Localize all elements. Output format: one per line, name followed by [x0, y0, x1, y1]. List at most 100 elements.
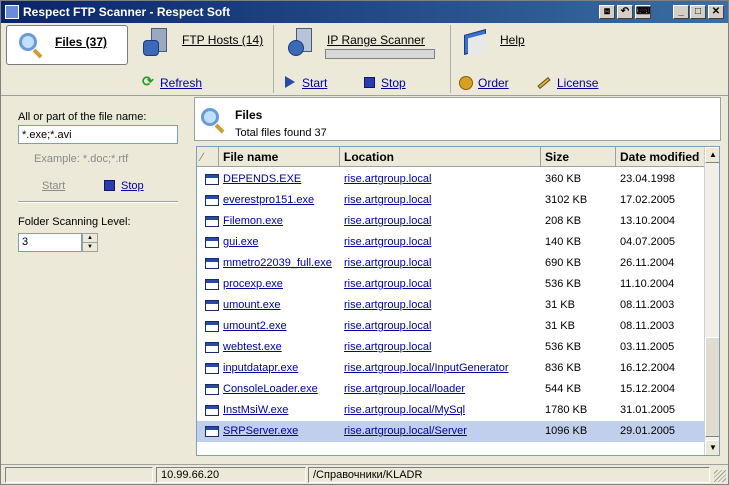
location-cell[interactable]: rise.artgroup.local/Server: [344, 425, 467, 437]
location-cell[interactable]: rise.artgroup.local: [344, 299, 431, 311]
location-cell[interactable]: rise.artgroup.local/InputGenerator: [344, 362, 508, 374]
start-button[interactable]: Start: [302, 76, 327, 90]
toolbar: Files (37) FTP Hosts (14) IP Range Scann…: [1, 23, 728, 96]
size-cell: 3102 KB: [545, 194, 588, 206]
file-name-cell[interactable]: webtest.exe: [223, 341, 282, 353]
table-row[interactable]: umount2.exe rise.artgroup.local 31 KB 08.11…: [197, 316, 704, 337]
title-bar[interactable]: Respect FTP Scanner - Respect Soft ⧈ ↶ ⌨…: [1, 1, 728, 23]
scroll-up-icon[interactable]: ▲: [705, 147, 719, 163]
file-icon: [205, 279, 219, 290]
file-name-cell[interactable]: InstMsiW.exe: [223, 404, 288, 416]
file-name-cell[interactable]: SRPServer.exe: [223, 425, 298, 437]
location-cell[interactable]: rise.artgroup.local/MySql: [344, 404, 465, 416]
table-row[interactable]: mmetro22039_full.exe rise.artgroup.local 6…: [197, 253, 704, 274]
location-cell[interactable]: rise.artgroup.local: [344, 257, 431, 269]
stop-button[interactable]: Stop: [381, 76, 406, 90]
column-location[interactable]: Location: [340, 147, 541, 167]
folder-level-spinner[interactable]: 3 ▲ ▼: [18, 233, 98, 252]
table-row[interactable]: inputdatapr.exe rise.artgroup.local/Input…: [197, 358, 704, 379]
location-cell[interactable]: rise.artgroup.local/loader: [344, 383, 465, 395]
column-size[interactable]: Size: [541, 147, 616, 167]
size-cell: 836 KB: [545, 362, 582, 374]
ip-range-scanner-button[interactable]: IP Range Scanner: [327, 33, 425, 47]
search-stop-button[interactable]: Stop: [121, 180, 144, 192]
file-name-cell[interactable]: DEPENDS.EXE: [223, 173, 301, 185]
keyboard-alt-button[interactable]: ⌨: [635, 5, 651, 19]
scroll-down-icon[interactable]: ▼: [705, 440, 719, 455]
table-row[interactable]: everestpro151.exe rise.artgroup.local 3102…: [197, 190, 704, 211]
file-name-input[interactable]: [18, 125, 178, 144]
location-cell[interactable]: rise.artgroup.local: [344, 320, 431, 332]
file-icon: [205, 426, 219, 437]
resize-grip-icon[interactable]: [714, 470, 726, 482]
file-name-cell[interactable]: procexp.exe: [223, 278, 283, 290]
size-cell: 544 KB: [545, 383, 582, 395]
help-button[interactable]: Help: [500, 33, 525, 47]
undo-alt-button[interactable]: ↶: [617, 5, 633, 19]
file-name-cell[interactable]: ConsoleLoader.exe: [223, 383, 318, 395]
table-row[interactable]: InstMsiW.exe rise.artgroup.local/MySql 178…: [197, 400, 704, 421]
file-name-cell[interactable]: umount2.exe: [223, 320, 287, 332]
ip-range-progress-bar: [325, 49, 435, 59]
search-start-button[interactable]: Start: [42, 180, 65, 192]
file-icon: [205, 174, 219, 185]
stop-icon: [364, 77, 375, 88]
table-row[interactable]: webtest.exe rise.artgroup.local 536 KB 03.1…: [197, 337, 704, 358]
ftp-hosts-button[interactable]: FTP Hosts (14): [182, 33, 263, 47]
location-cell[interactable]: rise.artgroup.local: [344, 194, 431, 206]
table-row[interactable]: DEPENDS.EXE rise.artgroup.local 360 KB 23.0…: [197, 169, 704, 190]
size-cell: 140 KB: [545, 236, 582, 248]
order-button[interactable]: Order: [478, 76, 509, 90]
table-row[interactable]: umount.exe rise.artgroup.local 31 KB 08.11.…: [197, 295, 704, 316]
file-name-cell[interactable]: umount.exe: [223, 299, 280, 311]
table-row[interactable]: Filemon.exe rise.artgroup.local 208 KB 13.1…: [197, 211, 704, 232]
file-icon: [205, 384, 219, 395]
magnifier-icon: [17, 31, 45, 59]
location-cell[interactable]: rise.artgroup.local: [344, 236, 431, 248]
scroll-thumb[interactable]: [705, 337, 719, 437]
file-name-cell[interactable]: gui.exe: [223, 236, 258, 248]
restore-alt-button[interactable]: ⧈: [599, 5, 615, 19]
server-icon: [141, 28, 171, 58]
date-cell: 17.02.2005: [620, 194, 676, 206]
date-cell: 23.04.1998: [620, 173, 676, 185]
help-book-icon: [460, 28, 490, 58]
refresh-icon: ⟳: [142, 73, 154, 89]
file-name-cell[interactable]: inputdatapr.exe: [223, 362, 298, 374]
vertical-scrollbar[interactable]: ▲ ▼: [704, 147, 719, 455]
table-row[interactable]: SRPServer.exe rise.artgroup.local/Server 1…: [197, 421, 704, 442]
file-icon: [205, 237, 219, 248]
maximize-button[interactable]: □: [690, 5, 706, 19]
app-icon: [5, 5, 19, 19]
file-name-cell[interactable]: Filemon.exe: [223, 215, 283, 227]
folder-level-value[interactable]: 3: [18, 233, 82, 252]
files-tab-label: Files (37): [55, 35, 108, 49]
file-name-cell[interactable]: mmetro22039_full.exe: [223, 257, 332, 269]
date-cell: 29.01.2005: [620, 425, 676, 437]
location-cell[interactable]: rise.artgroup.local: [344, 278, 431, 290]
location-cell[interactable]: rise.artgroup.local: [344, 215, 431, 227]
file-name-cell[interactable]: everestpro151.exe: [223, 194, 314, 206]
size-cell: 31 KB: [545, 299, 575, 311]
stop-icon: [104, 180, 115, 191]
date-cell: 26.11.2004: [620, 257, 675, 269]
table-header: ⁄ File name Location Size Date modified: [197, 147, 704, 167]
file-name-example: Example: *.doc;*.rtf: [34, 153, 129, 165]
location-cell[interactable]: rise.artgroup.local: [344, 173, 431, 185]
magnifier-icon: [199, 106, 227, 134]
column-date-modified[interactable]: Date modified: [616, 147, 704, 167]
files-tab[interactable]: Files (37): [6, 25, 128, 65]
close-button[interactable]: ✕: [708, 5, 724, 19]
date-cell: 04.07.2005: [620, 236, 676, 248]
license-button[interactable]: License: [557, 76, 598, 90]
column-file-name[interactable]: File name: [219, 147, 340, 167]
minimize-button[interactable]: _: [673, 5, 689, 19]
table-row[interactable]: ConsoleLoader.exe rise.artgroup.local/loa…: [197, 379, 704, 400]
table-row[interactable]: gui.exe rise.artgroup.local 140 KB 04.07.20…: [197, 232, 704, 253]
sort-indicator-header[interactable]: ⁄: [197, 147, 219, 167]
spin-down-icon[interactable]: ▼: [82, 242, 98, 252]
location-cell[interactable]: rise.artgroup.local: [344, 341, 431, 353]
date-cell: 15.12.2004: [620, 383, 676, 395]
table-row[interactable]: procexp.exe rise.artgroup.local 536 KB 11.1…: [197, 274, 704, 295]
refresh-button[interactable]: Refresh: [160, 76, 202, 90]
